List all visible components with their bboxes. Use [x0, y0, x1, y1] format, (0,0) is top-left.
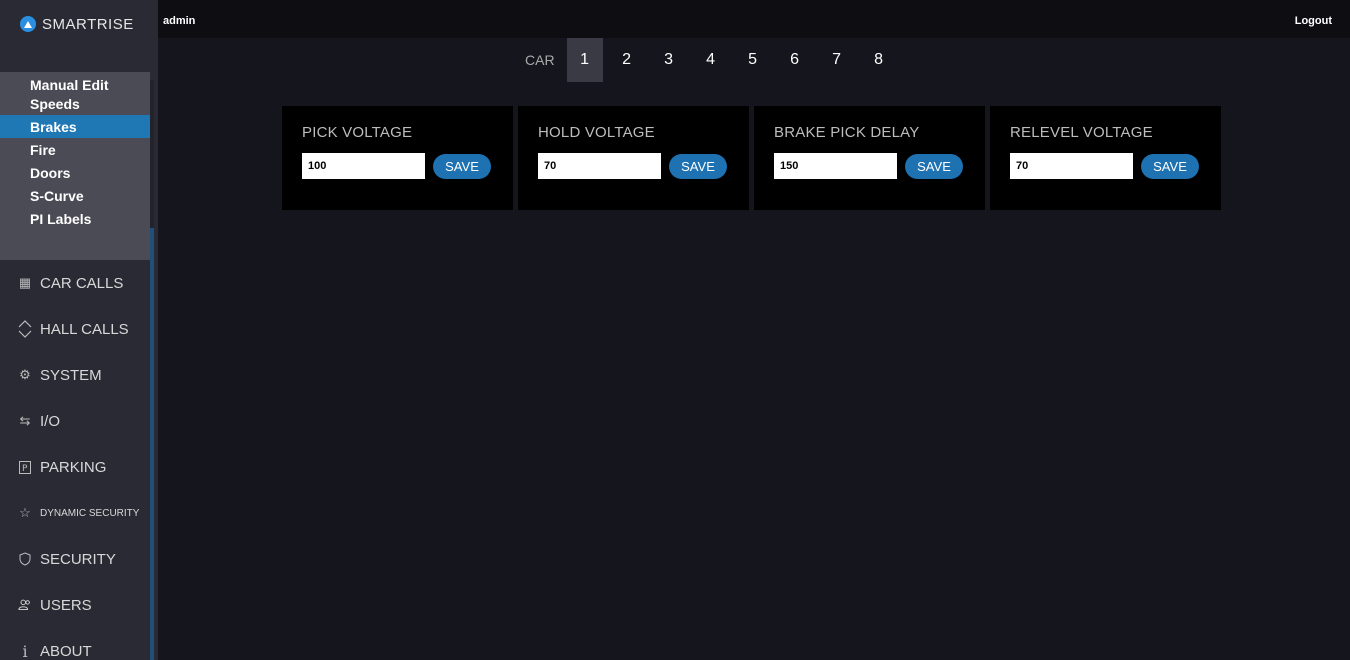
nav-item-hall-calls[interactable]: HALL CALLS [0, 306, 150, 352]
car-tab-1[interactable]: 1 [566, 38, 603, 82]
car-tab-6[interactable]: 6 [777, 38, 813, 82]
submenu-item-brakes[interactable]: Brakes [0, 115, 150, 138]
nav-item-security[interactable]: SECURITY [0, 536, 150, 582]
parking-icon: P [18, 460, 32, 474]
logo-icon [20, 16, 36, 32]
users-icon [18, 598, 32, 612]
logout-link[interactable]: Logout [1295, 15, 1332, 27]
car-tab-8[interactable]: 8 [861, 38, 897, 82]
nav-item-users[interactable]: USERS [0, 582, 150, 628]
card-title: RELEVEL VOLTAGE [1010, 124, 1153, 141]
nav-item-parking[interactable]: P PARKING [0, 444, 150, 490]
nav-item-car-calls[interactable]: ▦ CAR CALLS [0, 260, 150, 306]
brakes-submenu: Manual Edit Speeds Brakes Fire Doors S-C… [0, 72, 150, 260]
submenu-item-fire[interactable]: Fire [0, 138, 150, 161]
brake-pick-delay-card: BRAKE PICK DELAY SAVE [754, 106, 985, 210]
submenu-item-speeds[interactable]: Speeds [0, 92, 150, 115]
shield-icon [18, 552, 32, 566]
hall-calls-icon [18, 320, 32, 338]
relevel-voltage-card: RELEVEL VOLTAGE SAVE [990, 106, 1221, 210]
sidebar-scrollbar-thumb[interactable] [150, 228, 154, 660]
car-tab-2[interactable]: 2 [609, 38, 645, 82]
main-nav: ▦ CAR CALLS HALL CALLS ⚙ SYSTEM ⇆ I/O P [0, 260, 150, 660]
sidebar: SMARTRISE Manual Edit Speeds Brakes Fire… [0, 0, 158, 660]
brake-pick-delay-input[interactable] [774, 153, 897, 179]
car-tab-3[interactable]: 3 [651, 38, 687, 82]
card-title: PICK VOLTAGE [302, 124, 413, 141]
relevel-voltage-input[interactable] [1010, 153, 1133, 179]
card-title: BRAKE PICK DELAY [774, 124, 920, 141]
submenu-item-s-curve[interactable]: S-Curve [0, 184, 150, 207]
pick-voltage-save-button[interactable]: SAVE [433, 153, 491, 179]
car-selector: CAR 1 2 3 4 5 6 7 8 [525, 38, 903, 82]
submenu-item-doors[interactable]: Doors [0, 161, 150, 184]
current-user: admin [163, 15, 196, 27]
star-icon: ☆ [19, 505, 31, 520]
nav-item-dynamic-security[interactable]: ☆ DYNAMIC SECURITY [0, 490, 150, 536]
car-calls-icon: ▦ [18, 275, 32, 290]
pick-voltage-card: PICK VOLTAGE SAVE [282, 106, 513, 210]
hold-voltage-input[interactable] [538, 153, 661, 179]
card-title: HOLD VOLTAGE [538, 124, 655, 141]
submenu-item-manual-edit[interactable]: Manual Edit [0, 72, 150, 92]
nav-item-io[interactable]: ⇆ I/O [0, 398, 150, 444]
relevel-voltage-save-button[interactable]: SAVE [1141, 153, 1199, 179]
car-label: CAR [525, 52, 555, 68]
car-tab-4[interactable]: 4 [693, 38, 729, 82]
pick-voltage-input[interactable] [302, 153, 425, 179]
hold-voltage-save-button[interactable]: SAVE [669, 153, 727, 179]
info-icon: i [22, 641, 28, 660]
nav-item-system[interactable]: ⚙ SYSTEM [0, 352, 150, 398]
brake-parameters: PICK VOLTAGE SAVE HOLD VOLTAGE SAVE BRAK… [282, 106, 1221, 210]
swap-arrows-icon: ⇆ [19, 413, 31, 428]
brand-name: SMARTRISE [42, 15, 134, 33]
top-bar [158, 0, 1350, 38]
page: SMARTRISE Manual Edit Speeds Brakes Fire… [0, 0, 1350, 660]
hold-voltage-card: HOLD VOLTAGE SAVE [518, 106, 749, 210]
car-tab-7[interactable]: 7 [819, 38, 855, 82]
brand-logo[interactable]: SMARTRISE [0, 0, 150, 64]
brake-pick-delay-save-button[interactable]: SAVE [905, 153, 963, 179]
svg-text:P: P [22, 464, 28, 474]
gear-icon: ⚙ [19, 367, 31, 382]
submenu-item-pi-labels[interactable]: PI Labels [0, 207, 150, 230]
car-tab-5[interactable]: 5 [735, 38, 771, 82]
nav-item-about[interactable]: i ABOUT [0, 628, 150, 660]
